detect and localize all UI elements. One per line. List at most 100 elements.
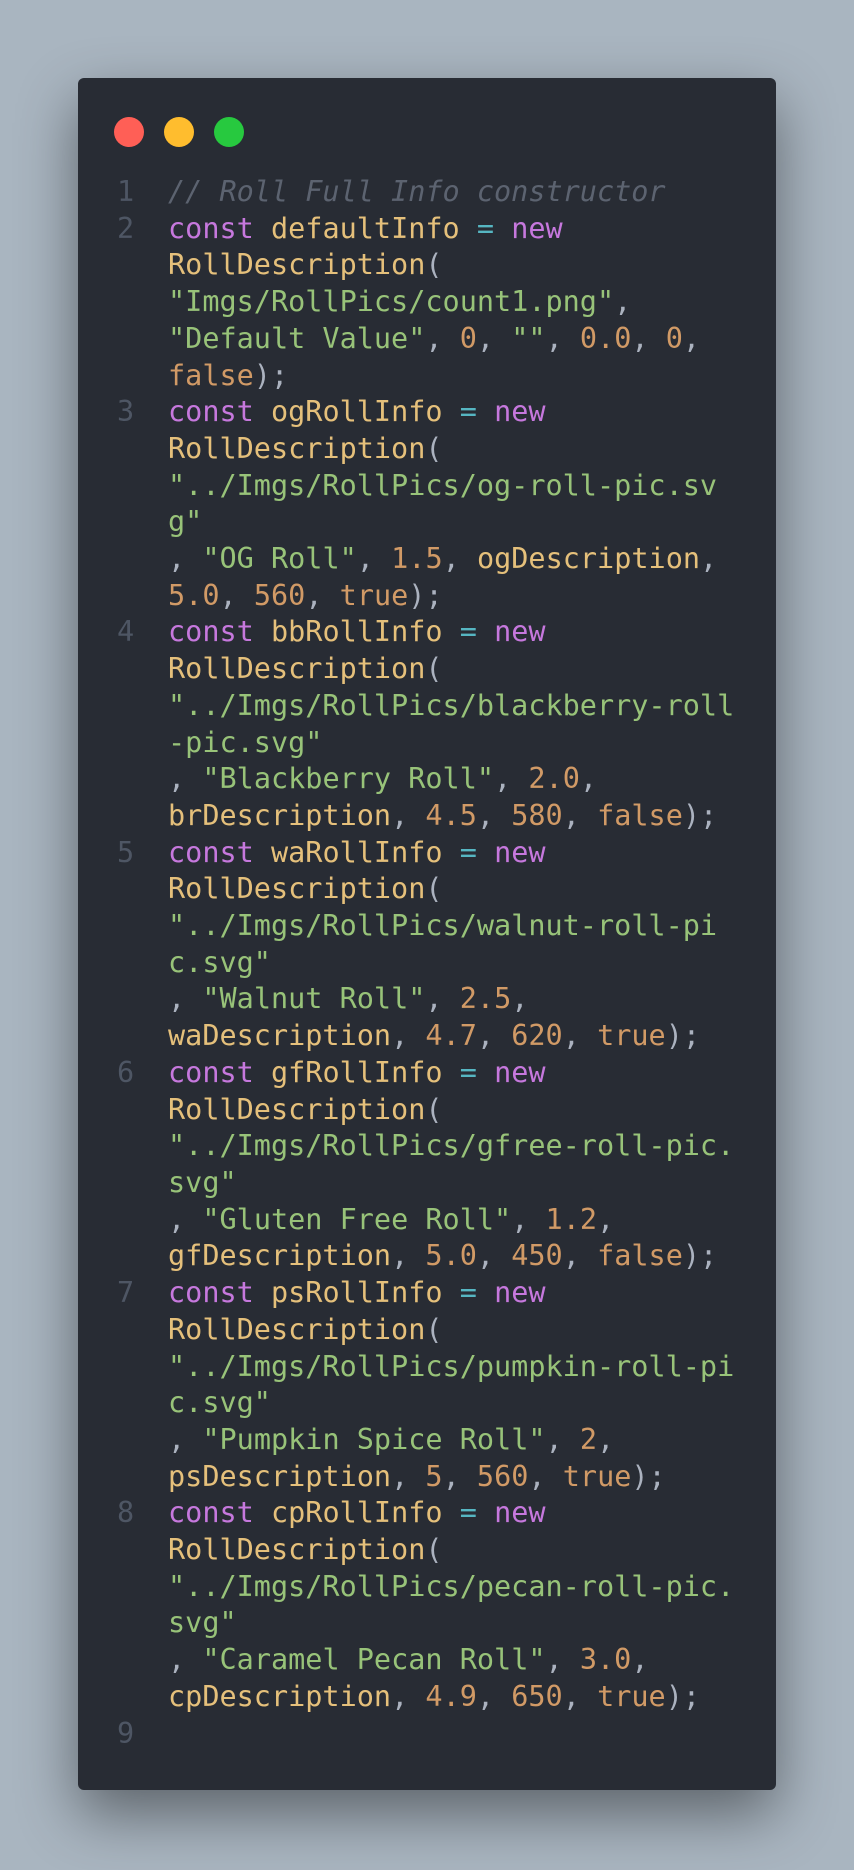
paren-open: ( [425, 652, 443, 686]
keyword: const [168, 1055, 254, 1089]
description-arg: gfDescription [168, 1239, 392, 1273]
code-line: 8 const cpRollInfo = new RollDescription(… [78, 1495, 776, 1715]
rating-number: 5.0 [425, 1239, 477, 1273]
operator: = [476, 211, 495, 245]
comma: , [700, 542, 718, 576]
paren-close: ); [665, 1019, 701, 1053]
line-number: 4 [117, 615, 135, 649]
code-line: 6 const gfRollInfo = new RollDescription(… [78, 1055, 776, 1275]
keyword: const [168, 615, 254, 649]
count-number: 560 [253, 578, 306, 612]
paren-open: ( [425, 1533, 443, 1567]
comma: , [391, 1679, 409, 1713]
code-block: 1 // Roll Full Info constructor 2 const … [78, 174, 776, 1752]
comma: , [356, 542, 374, 576]
roll-name-string: "Blackberry Roll" [202, 762, 495, 796]
line-number: 8 [117, 1496, 135, 1530]
operator: = [459, 1055, 477, 1089]
comma: , [305, 578, 323, 612]
window-controls [114, 117, 244, 147]
roll-name-string: "Walnut Roll" [202, 982, 426, 1016]
price-number: 1.2 [545, 1202, 598, 1236]
keyword: const [168, 1496, 254, 1530]
line-number: 7 [117, 1276, 135, 1310]
rating-number: 4.7 [425, 1019, 477, 1053]
boolean-flag: true [562, 1459, 632, 1493]
paren-open: ( [425, 248, 443, 282]
image-path-string: "Imgs/RollPics/count1.png" [168, 285, 615, 319]
price-number: 2.5 [459, 982, 512, 1016]
comma: , [545, 1643, 563, 1677]
class-name: RollDescription [168, 872, 426, 906]
price-number: 2.0 [528, 762, 580, 796]
code-line: 7 const psRollInfo = new RollDescription(… [78, 1275, 776, 1495]
class-name: RollDescription [168, 652, 426, 686]
comma: , [562, 1679, 580, 1713]
class-name: RollDescription [168, 431, 426, 465]
comma: , [631, 321, 649, 355]
line-number: 1 [117, 175, 135, 208]
price-number: 1.5 [391, 542, 443, 576]
comma: , [168, 982, 186, 1016]
code-line: 3 const ogRollInfo = new RollDescription(… [78, 394, 776, 614]
keyword: const [168, 835, 254, 869]
comma: , [562, 798, 580, 832]
comma: , [476, 1239, 495, 1273]
code-line: 1 // Roll Full Info constructor [78, 174, 776, 211]
image-path-string: "../Imgs/RollPics/pumpkin-roll-pic.svg" [168, 1349, 735, 1420]
image-path-string: "../Imgs/RollPics/walnut-roll-pic.svg" [168, 909, 718, 979]
comma: , [442, 1459, 460, 1493]
operator: = [459, 1276, 477, 1310]
code-comment: // Roll Full Info constructor [168, 175, 666, 208]
class-name: RollDescription [168, 1092, 426, 1126]
class-name: RollDescription [168, 1312, 426, 1346]
class-name: RollDescription [168, 248, 426, 282]
comma: , [442, 542, 460, 576]
comma: , [562, 1019, 580, 1053]
line-number: 3 [117, 395, 135, 429]
paren-open: ( [425, 431, 443, 465]
paren-open: ( [425, 872, 443, 906]
comma: , [391, 1019, 409, 1053]
price-number: 3.0 [579, 1643, 632, 1677]
maximize-dot-icon[interactable] [214, 117, 244, 147]
comma: , [425, 321, 443, 355]
rating-number: 4.5 [425, 798, 477, 832]
variable-name: psRollInfo [270, 1276, 443, 1310]
keyword-new: new [494, 1055, 546, 1089]
operator: = [459, 1496, 477, 1530]
count-number: 620 [511, 1019, 563, 1053]
code-line: 9 [78, 1716, 776, 1753]
description-arg: "" [511, 321, 546, 355]
paren-close: ); [631, 1459, 666, 1493]
code-line: 5 const waRollInfo = new RollDescription(… [78, 835, 776, 1055]
code-window: 1 // Roll Full Info constructor 2 const … [78, 78, 776, 1790]
count-number: 0 [665, 321, 683, 355]
line-number: 6 [117, 1055, 135, 1089]
comma: , [168, 1422, 186, 1456]
roll-name-string: "Default Value" [168, 321, 426, 355]
description-arg: cpDescription [168, 1679, 392, 1713]
boolean-flag: false [168, 358, 254, 392]
comma: , [168, 1202, 186, 1236]
line-number: 5 [117, 835, 135, 869]
comma: , [168, 1643, 186, 1677]
variable-name: cpRollInfo [270, 1496, 443, 1530]
close-dot-icon[interactable] [114, 117, 144, 147]
minimize-dot-icon[interactable] [164, 117, 194, 147]
rating-number: 5.0 [168, 578, 220, 612]
line-number: 9 [117, 1716, 135, 1750]
keyword: const [168, 211, 254, 245]
code-line: 4 const bbRollInfo = new RollDescription(… [78, 614, 776, 834]
line-number: 2 [117, 211, 135, 245]
roll-name-string: "Pumpkin Spice Roll" [202, 1422, 546, 1456]
comma: , [476, 1019, 495, 1053]
paren-close: ); [408, 578, 443, 612]
keyword-new: new [494, 1496, 546, 1530]
keyword-new: new [494, 835, 546, 869]
description-arg: psDescription [168, 1459, 392, 1493]
comma: , [219, 578, 237, 612]
keyword-new: new [494, 615, 546, 649]
comma: , [597, 1422, 615, 1456]
image-path-string: "../Imgs/RollPics/blackberry-roll-pic.sv… [168, 688, 735, 759]
